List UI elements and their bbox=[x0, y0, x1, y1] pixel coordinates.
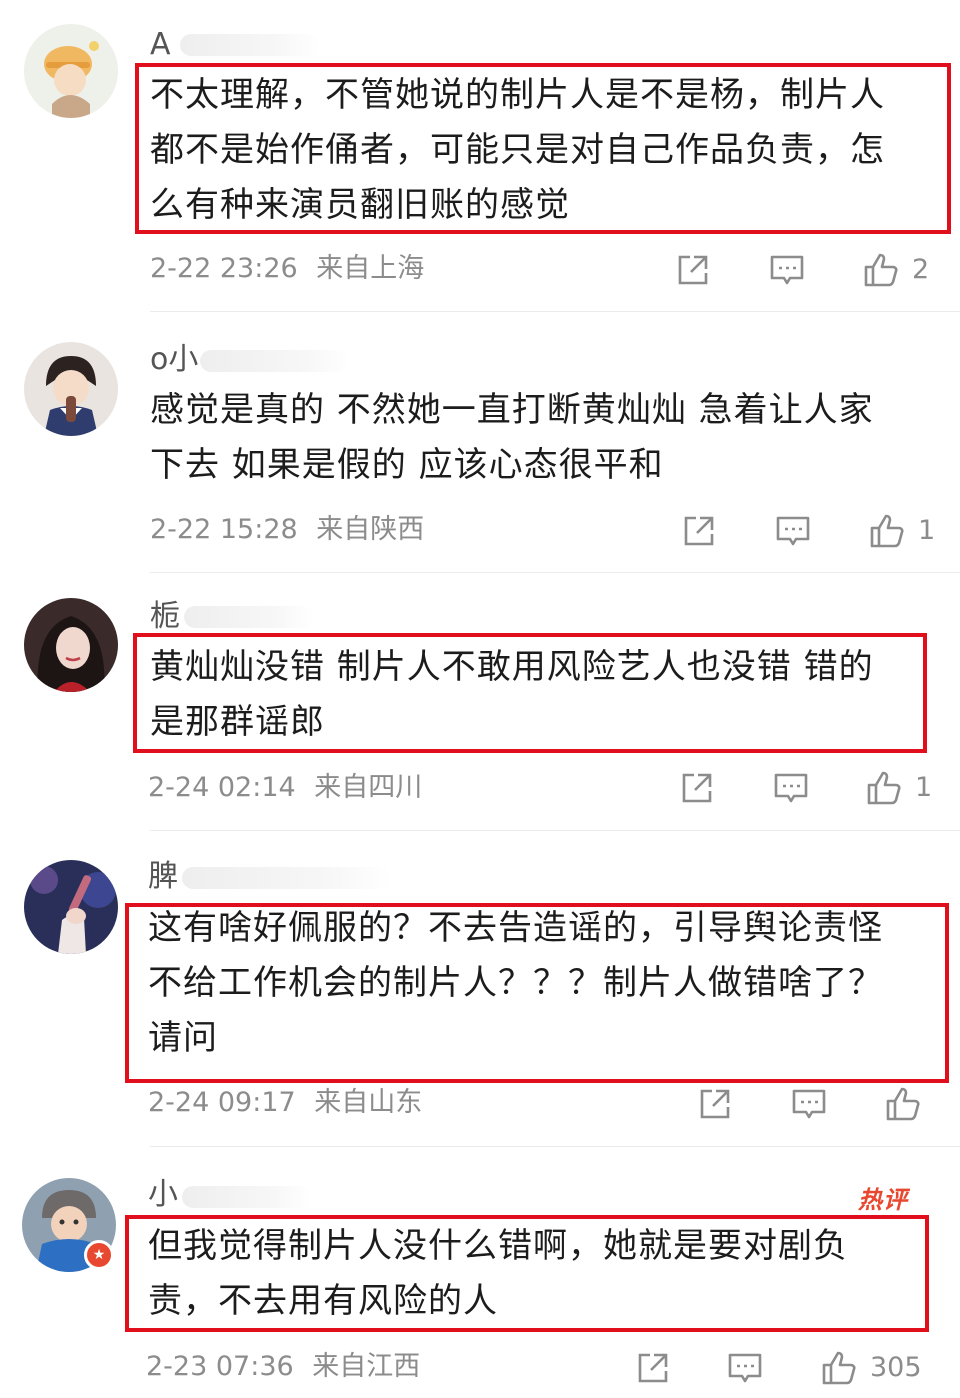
comment-line: 请问 bbox=[148, 1018, 218, 1058]
avatar-image bbox=[24, 342, 118, 436]
username-blur bbox=[182, 867, 392, 889]
thumbs-up-icon bbox=[864, 253, 898, 287]
comment-icon bbox=[770, 255, 804, 285]
username-blur bbox=[180, 34, 320, 56]
comment-line: 都不是始作俑者，可能只是对自己作品负责，怎 bbox=[150, 130, 885, 170]
like-button[interactable]: 305 bbox=[820, 1348, 922, 1388]
like-count: 2 bbox=[912, 254, 930, 285]
share-button[interactable] bbox=[678, 768, 716, 808]
avatar[interactable] bbox=[24, 342, 118, 436]
share-icon bbox=[684, 516, 714, 546]
comment-actions: 2 bbox=[0, 250, 960, 290]
share-button[interactable] bbox=[680, 511, 718, 551]
comment-line: 但我觉得制片人没什么错啊，她就是要对剧负 bbox=[148, 1226, 848, 1266]
comment-line: 这有啥好佩服的？不去告造谣的，引导舆论责怪 bbox=[148, 908, 883, 948]
comment-line: 是那群谣郎 bbox=[150, 702, 325, 742]
comment-icon bbox=[728, 1353, 762, 1383]
comment-line: 么有种来演员翻旧账的感觉 bbox=[150, 185, 570, 225]
avatar-image bbox=[24, 598, 118, 692]
comment-text: 这有啥好佩服的？不去告造谣的，引导舆论责怪 不给工作机会的制片人？？？制片人做错… bbox=[148, 901, 883, 1066]
share-icon bbox=[678, 255, 708, 285]
divider bbox=[150, 311, 960, 312]
comment-line: 不给工作机会的制片人？？？制片人做错啥了？ bbox=[148, 963, 883, 1003]
thumbs-up-icon bbox=[867, 771, 901, 805]
comment-line: 责，不去用有风险的人 bbox=[148, 1281, 498, 1321]
like-button[interactable]: 1 bbox=[865, 768, 932, 808]
comment-icon bbox=[776, 516, 810, 546]
username[interactable]: A bbox=[150, 28, 171, 62]
reply-button[interactable] bbox=[768, 250, 806, 290]
verified-badge-icon: ★ bbox=[84, 1240, 114, 1270]
hot-comment-badge: 热评 bbox=[858, 1186, 908, 1214]
avatar-image bbox=[24, 24, 118, 118]
like-count: 305 bbox=[870, 1352, 922, 1383]
comment-line: 黄灿灿没错 制片人不敢用风险艺人也没错 错的 bbox=[150, 647, 874, 687]
comment-icon bbox=[774, 773, 808, 803]
avatar[interactable] bbox=[24, 24, 118, 118]
username[interactable]: 脾 bbox=[148, 860, 178, 894]
username[interactable]: 栀 bbox=[150, 600, 180, 634]
divider bbox=[150, 572, 960, 573]
comment-text: 黄灿灿没错 制片人不敢用风险艺人也没错 错的 是那群谣郎 bbox=[150, 640, 874, 750]
thumbs-up-icon bbox=[822, 1351, 856, 1385]
username-blur bbox=[182, 1186, 312, 1208]
reply-button[interactable] bbox=[774, 511, 812, 551]
divider bbox=[150, 830, 960, 831]
username[interactable]: o小 bbox=[150, 343, 198, 377]
share-icon bbox=[682, 773, 712, 803]
avatar[interactable] bbox=[24, 598, 118, 692]
comment-actions: 305 bbox=[0, 1348, 960, 1388]
comment-line: 感觉是真的 不然她一直打断黄灿灿 急着让人家 bbox=[150, 390, 874, 430]
like-count: 1 bbox=[915, 772, 933, 803]
comment-actions bbox=[0, 1084, 960, 1124]
share-button[interactable] bbox=[634, 1348, 672, 1388]
comment-line: 不太理解，不管她说的制片人是不是杨，制片人 bbox=[150, 75, 885, 115]
share-button[interactable] bbox=[696, 1084, 734, 1124]
avatar-image bbox=[24, 860, 118, 954]
share-icon bbox=[638, 1353, 668, 1383]
reply-button[interactable] bbox=[772, 768, 810, 808]
share-icon bbox=[700, 1089, 730, 1119]
divider bbox=[150, 1146, 960, 1147]
like-count: 1 bbox=[918, 515, 936, 546]
avatar[interactable] bbox=[24, 860, 118, 954]
share-button[interactable] bbox=[674, 250, 712, 290]
username-blur bbox=[184, 606, 314, 628]
comment-line: 下去 如果是假的 应该心态很平和 bbox=[150, 445, 664, 485]
like-button[interactable]: 2 bbox=[862, 250, 929, 290]
like-button[interactable] bbox=[884, 1084, 934, 1124]
username[interactable]: 小 bbox=[148, 1178, 178, 1212]
comment-text: 感觉是真的 不然她一直打断黄灿灿 急着让人家 下去 如果是假的 应该心态很平和 bbox=[150, 383, 874, 493]
like-button[interactable]: 1 bbox=[868, 511, 935, 551]
reply-button[interactable] bbox=[790, 1084, 828, 1124]
username-blur bbox=[200, 350, 350, 372]
comment-actions: 1 bbox=[0, 768, 960, 808]
thumbs-up-icon bbox=[886, 1087, 920, 1121]
comment-text: 但我觉得制片人没什么错啊，她就是要对剧负 责，不去用有风险的人 bbox=[148, 1219, 848, 1329]
reply-button[interactable] bbox=[726, 1348, 764, 1388]
comment-actions: 1 bbox=[0, 511, 960, 551]
comment-icon bbox=[792, 1089, 826, 1119]
comment-text: 不太理解，不管她说的制片人是不是杨，制片人 都不是始作俑者，可能只是对自己作品负… bbox=[150, 68, 885, 233]
thumbs-up-icon bbox=[870, 514, 904, 548]
